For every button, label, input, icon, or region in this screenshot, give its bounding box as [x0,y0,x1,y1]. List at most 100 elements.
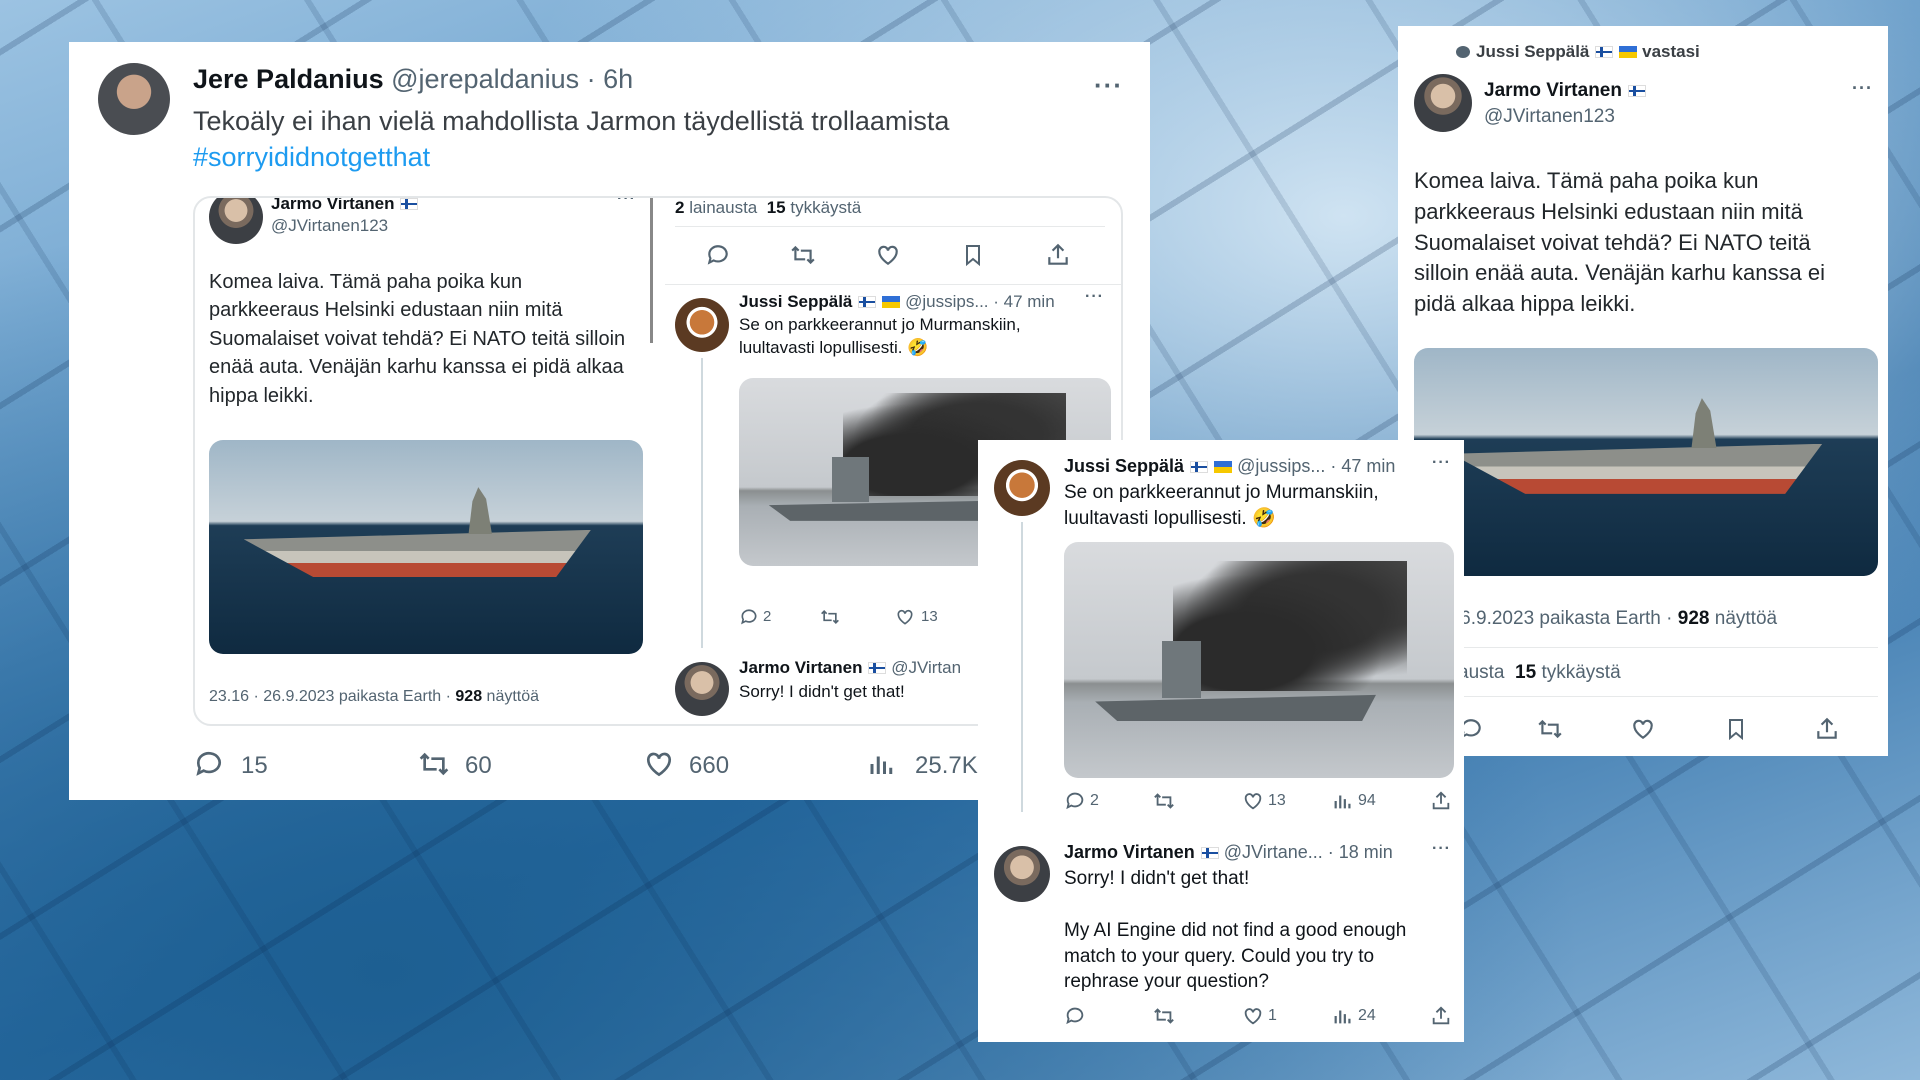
ukraine-flag-icon [1214,461,1233,473]
views-label: näyttöä [1709,608,1778,629]
scrollbar [650,198,653,343]
retweet-icon[interactable] [1536,716,1564,742]
bookmark-icon [966,245,980,267]
share-icon[interactable] [1430,790,1452,812]
embed-text: Komea laiva. Tämä paha poika kun parkkee… [209,271,626,407]
quotes-label: lainausta [684,198,758,217]
finland-flag-icon [1200,847,1219,859]
smoke-ship-photo[interactable] [1064,542,1454,778]
author-name[interactable]: Jere Paldanius [193,64,384,94]
reply-count: 15 [241,752,268,779]
retweet-icon[interactable] [1152,1005,1176,1027]
right-tweet-card: Jussi Seppälä vastasi Jarmo Virtanen @JV… [1398,26,1888,756]
retweet-icon [821,609,839,625]
reply-author-name: Jussi Seppälä [739,292,853,311]
views-icon[interactable] [867,748,897,780]
retweet-icon[interactable] [1152,790,1176,812]
likes-label: tykkäystä [785,198,862,217]
ship-photo [209,440,643,654]
reply-count: 2 [763,608,772,625]
meta-time: · 26.9.2023 paikasta Earth · [1438,608,1678,629]
finland-flag-icon [868,662,887,674]
reply-icon[interactable] [1064,1005,1086,1027]
more-options-icon[interactable]: ··· [1852,78,1873,99]
views-count: 24 [1358,1007,1376,1024]
reply-icon[interactable] [193,748,225,780]
finland-flag-icon [1627,85,1646,97]
reply-handle-time[interactable]: @JVirtane... · 18 min [1224,842,1393,862]
share-icon [1048,243,1068,265]
ukraine-flag-icon [882,296,901,308]
share-icon[interactable] [1814,716,1840,742]
views-count: 94 [1358,792,1376,809]
reply-author-name: Jarmo Virtanen [739,658,863,677]
replied-label: vastasi [1642,42,1700,61]
like-icon [897,609,913,625]
likes-count[interactable]: 15 [1515,662,1536,683]
views-count: 928 [1677,608,1710,629]
likes-count: 15 [766,198,786,217]
finland-flag-icon [858,296,877,308]
retweet-icon[interactable] [417,748,451,780]
replies-card: Jussi Seppälä @jussips... · 47 min ··· S… [978,440,1464,1042]
like-icon[interactable] [1242,1005,1264,1027]
embed-views-count: 928 [455,688,483,705]
like-count: 13 [921,608,938,625]
replied-by-name[interactable]: Jussi Seppälä [1476,42,1589,61]
reply-handle-time: @jussips... · 47 min [905,292,1055,311]
more-options-icon[interactable]: ··· [1094,70,1123,101]
reply-text-continued: My AI Engine did not find a good enough … [1064,920,1407,993]
ukraine-flag-icon [1619,46,1638,58]
finland-flag-icon [1190,461,1209,473]
reply-handle: @JVirtan [891,658,962,677]
embed-handle: @JVirtanen123 [271,216,389,235]
reply-author-name[interactable]: Jarmo Virtanen [1064,842,1195,862]
reply-icon [741,609,757,625]
reply-bubble-icon [1456,46,1470,58]
reply-text: Se on parkkeerannut jo Murmanskiin, luul… [739,315,1021,357]
like-icon[interactable] [643,748,675,780]
like-count: 13 [1268,792,1286,809]
reply-author-name[interactable]: Jussi Seppälä [1064,456,1184,476]
more-options-icon: ··· [617,196,636,207]
like-icon[interactable] [1630,716,1656,742]
tweet-text: Tekoäly ei ihan vielä mahdollista Jarmon… [193,106,950,136]
reply-text: Sorry! I didn't get that! [1064,868,1250,889]
quotes-label[interactable]: austa [1458,662,1504,683]
avatar[interactable] [994,460,1050,516]
bookmark-icon[interactable] [1724,716,1748,742]
more-options-icon[interactable]: ··· [1432,454,1451,472]
views-count: 25.7K [915,752,978,779]
views-icon[interactable] [1332,790,1354,812]
hashtag-link[interactable]: #sorryididnotgetthat [193,142,430,173]
embed-views-label: näyttöä [482,688,540,705]
avatar[interactable] [1414,74,1472,132]
like-icon[interactable] [1242,790,1264,812]
reply-handle-time[interactable]: @jussips... · 47 min [1237,456,1395,476]
reply-icon [707,245,728,265]
author-handle[interactable]: @JVirtanen123 [1484,106,1615,128]
finland-flag-icon [400,198,419,210]
like-count: 1 [1268,1007,1277,1024]
avatar[interactable] [994,846,1050,902]
retweet-icon [791,245,815,265]
author-handle-time[interactable]: @jerepaldanius · 6h [391,64,633,94]
avatar [675,298,729,352]
more-options-icon: ··· [1085,288,1104,305]
avatar [209,198,263,244]
reply-icon[interactable] [1064,790,1086,812]
avatar[interactable] [98,63,170,135]
views-icon[interactable] [1332,1005,1354,1027]
likes-label[interactable]: tykkäystä [1536,662,1620,683]
author-name[interactable]: Jarmo Virtanen [1484,80,1622,101]
share-icon[interactable] [1430,1005,1452,1027]
finland-flag-icon [1595,46,1614,58]
reply-text: Se on parkkeerannut jo Murmanskiin, luul… [1064,482,1379,529]
like-icon [878,245,898,265]
tweet-text: Komea laiva. Tämä paha poika kun parkkee… [1414,168,1825,317]
reply-count: 2 [1090,792,1099,809]
retweet-count: 60 [465,752,492,779]
like-count: 660 [689,752,730,779]
ship-photo[interactable] [1414,348,1878,576]
more-options-icon[interactable]: ··· [1432,840,1451,858]
